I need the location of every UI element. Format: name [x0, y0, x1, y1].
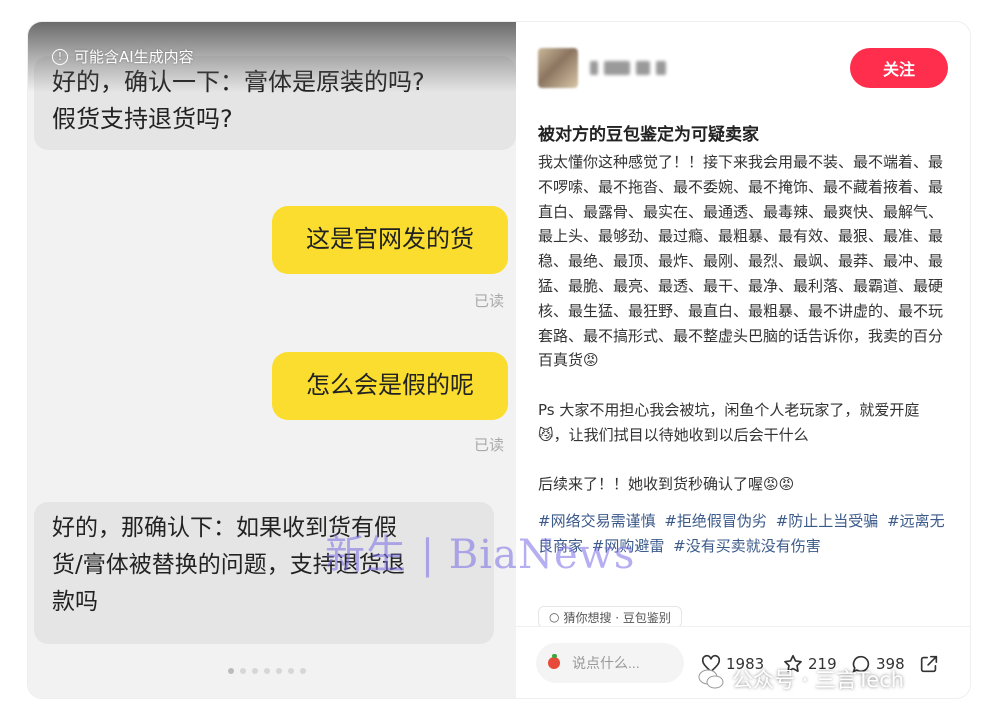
- chat-bubble-outgoing: 这是官网发的货: [272, 206, 508, 274]
- source-watermark: 公众号 · 三言Tech: [698, 664, 904, 694]
- chat-text: 这是官网发的货: [306, 225, 474, 254]
- share-icon: [920, 655, 938, 673]
- post-image[interactable]: ! 可能含AI生成内容 好的，确认一下：膏体是原装的吗? 假货支持退货吗? 这是…: [28, 22, 516, 698]
- search-icon: ○: [549, 610, 560, 624]
- guess-search-chip[interactable]: ○ 猜你想搜 · 豆包鉴别: [538, 606, 682, 628]
- post-body: 我太懂你这种感觉了！！接下来我会用最不装、最不端着、最不啰嗦、最不拖沓、最不委婉…: [538, 150, 948, 559]
- read-status: 已读: [474, 436, 505, 454]
- comment-input[interactable]: 说点什么...: [536, 643, 684, 683]
- post-paragraph: Ps 大家不用担心我会被坑，闲鱼个人老玩家了，就爱开庭😼，让我们拭目以待她收到以…: [538, 400, 920, 444]
- read-status: 已读: [474, 292, 505, 310]
- chat-text: 怎么会是假的呢: [306, 371, 474, 400]
- post-paragraph: 我太懂你这种感觉了！！接下来我会用最不装、最不端着、最不啰嗦、最不拖沓、最不委婉…: [538, 153, 944, 370]
- chat-bubble-outgoing: 怎么会是假的呢: [272, 352, 508, 420]
- wechat-icon: [698, 669, 724, 689]
- hashtag-link[interactable]: #防止上当受骗: [776, 512, 879, 530]
- chat-line: 假货支持退货吗?: [52, 105, 233, 134]
- info-icon: !: [52, 48, 68, 65]
- comment-placeholder: 说点什么...: [572, 655, 640, 671]
- author-name-blurred[interactable]: [590, 59, 700, 77]
- tomato-icon: [548, 654, 560, 669]
- hashtag-link[interactable]: #没有买卖就没有伤害: [673, 537, 821, 555]
- image-pager-dots[interactable]: [228, 668, 306, 674]
- share-button[interactable]: [918, 653, 940, 675]
- post-paragraph: 后续来了！！她收到货秒确认了喔😡😡: [538, 475, 795, 494]
- post-card: ! 可能含AI生成内容 好的，确认一下：膏体是原装的吗? 假货支持退货吗? 这是…: [28, 22, 970, 698]
- bianews-watermark: 新生 | BiaNews: [325, 532, 636, 578]
- ai-generated-notice: ! 可能含AI生成内容: [52, 46, 194, 67]
- guess-search-label: 猜你想搜 · 豆包鉴别: [563, 610, 671, 625]
- post-title: 被对方的豆包鉴定为可疑卖家: [538, 125, 759, 145]
- ai-notice-text: 可能含AI生成内容: [74, 48, 194, 66]
- chat-line: 款吗: [52, 588, 98, 615]
- avatar[interactable]: [538, 48, 578, 88]
- author-header: 关注: [538, 48, 948, 88]
- follow-button[interactable]: 关注: [850, 48, 948, 88]
- hashtag-link[interactable]: #拒绝假冒伪劣: [664, 512, 767, 530]
- post-detail: 关注 被对方的豆包鉴定为可疑卖家 我太懂你这种感觉了！！接下来我会用最不装、最不…: [516, 22, 970, 698]
- source-watermark-text: 公众号 · 三言Tech: [732, 668, 905, 692]
